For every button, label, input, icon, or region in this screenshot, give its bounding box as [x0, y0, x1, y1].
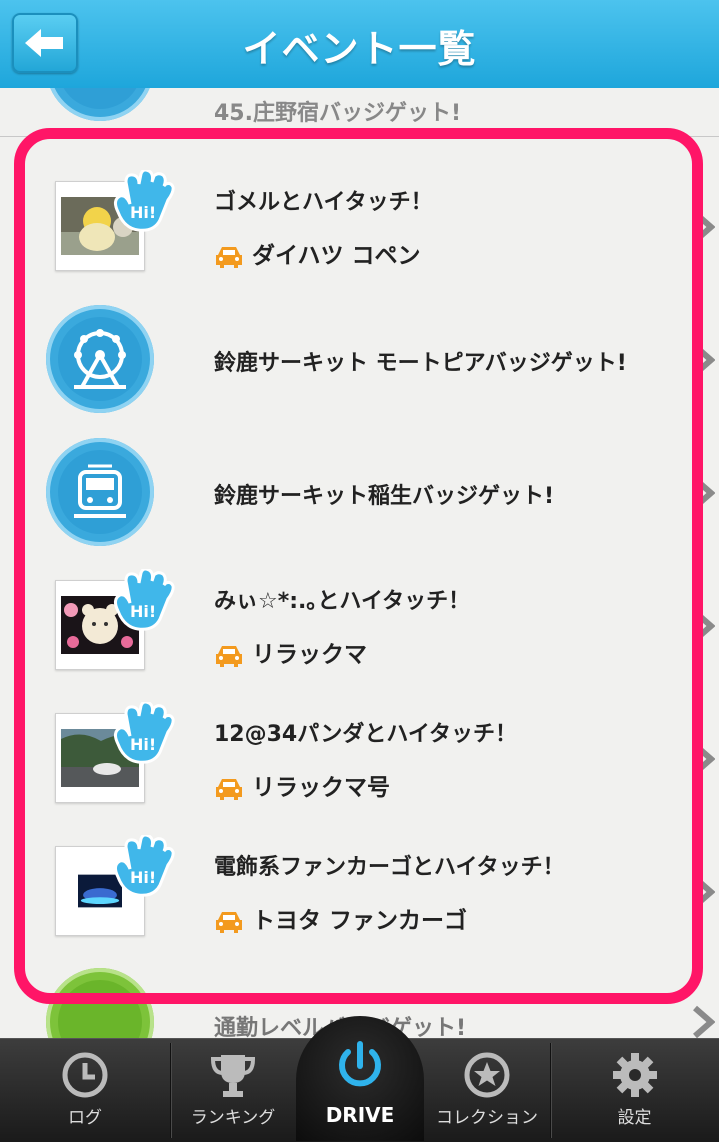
chevron-right-icon	[693, 609, 715, 642]
star-icon	[464, 1052, 510, 1098]
car-icon	[216, 645, 242, 667]
drive-label: DRIVE	[325, 1103, 395, 1127]
event-row[interactable]: Hi! ゴメルとハイタッチ！ ダイハツ コペン	[0, 160, 719, 294]
chevron-right-icon	[693, 875, 715, 908]
hi-label: Hi!	[130, 602, 156, 621]
hi-label: Hi!	[130, 203, 156, 222]
ferris-wheel-badge-icon	[46, 305, 154, 413]
hi-touch-icon: Hi!	[113, 835, 175, 897]
car-icon	[216, 246, 242, 268]
tab-ranking[interactable]: ランキング	[170, 1039, 296, 1142]
car-name: リラックマ号	[214, 768, 390, 802]
car-icon	[216, 911, 242, 933]
chevron-right-icon	[693, 476, 715, 509]
tab-settings[interactable]: 設定	[550, 1039, 719, 1142]
train-badge-icon	[46, 438, 154, 546]
event-row[interactable]: 鈴鹿サーキット稲生バッジゲット!	[0, 426, 719, 560]
event-row[interactable]: Hi! 12@34パンダとハイタッチ！ リラックマ号	[0, 692, 719, 826]
page-title: イベント一覧	[242, 27, 477, 71]
event-row[interactable]: Hi! 電飾系ファンカーゴとハイタッチ！ トヨタ ファンカーゴ	[0, 825, 719, 959]
hi-touch-icon: Hi!	[113, 702, 175, 764]
event-title: みぃ☆*:.｡とハイタッチ！	[214, 589, 471, 614]
car-name: リラックマ	[214, 635, 367, 669]
tab-label: ログ	[68, 1108, 102, 1128]
clock-icon	[62, 1052, 108, 1098]
tab-label: 設定	[617, 1108, 652, 1128]
car-name-text: トヨタ ファンカーゴ	[252, 908, 468, 934]
car-name-text: ダイハツ コペン	[252, 243, 421, 269]
commute-badge-icon	[46, 968, 154, 1038]
station-badge-icon	[46, 88, 154, 121]
event-title: 鈴鹿サーキット稲生バッジゲット!	[214, 484, 555, 509]
chevron-right-icon	[693, 742, 715, 775]
tab-log[interactable]: ログ	[0, 1039, 170, 1142]
car-name: ダイハツ コペン	[214, 236, 421, 270]
trophy-icon	[210, 1055, 256, 1097]
hi-label: Hi!	[130, 868, 156, 887]
hi-touch-icon: Hi!	[113, 170, 175, 232]
event-title: 電飾系ファンカーゴとハイタッチ！	[214, 855, 565, 880]
car-icon	[216, 778, 242, 800]
header-bar: イベント一覧	[0, 0, 719, 88]
car-name-text: リラックマ号	[252, 775, 390, 801]
power-icon	[339, 1041, 381, 1087]
chevron-right-icon	[693, 210, 715, 243]
drive-button[interactable]: DRIVE	[296, 1016, 424, 1141]
event-row[interactable]: Hi! みぃ☆*:.｡とハイタッチ！ リラックマ	[0, 559, 719, 693]
hi-label: Hi!	[130, 735, 156, 754]
event-title: 45.庄野宿バッジゲット!	[214, 101, 462, 126]
event-row[interactable]: 鈴鹿サーキット モートピアバッジゲット!	[0, 293, 719, 427]
car-name: トヨタ ファンカーゴ	[214, 901, 467, 935]
hi-touch-icon: Hi!	[113, 569, 175, 631]
event-title: 鈴鹿サーキット モートピアバッジゲット!	[214, 351, 627, 376]
event-row-partial-top[interactable]: 45.庄野宿バッジゲット!	[0, 88, 719, 137]
chevron-right-icon	[693, 343, 715, 376]
tab-label: コレクション	[436, 1108, 538, 1128]
event-title: ゴメルとハイタッチ！	[214, 190, 433, 215]
car-name-text: リラックマ	[252, 642, 367, 668]
gear-icon	[612, 1053, 657, 1097]
tab-collection[interactable]: コレクション	[424, 1039, 550, 1142]
tab-label: ランキング	[190, 1108, 276, 1128]
event-list[interactable]: 45.庄野宿バッジゲット! Hi! ゴメルとハイタッチ！ ダイハツ コペン 鈴鹿…	[0, 88, 719, 1038]
event-title: 12@34パンダとハイタッチ！	[214, 722, 518, 747]
chevron-right-icon	[693, 1005, 715, 1038]
